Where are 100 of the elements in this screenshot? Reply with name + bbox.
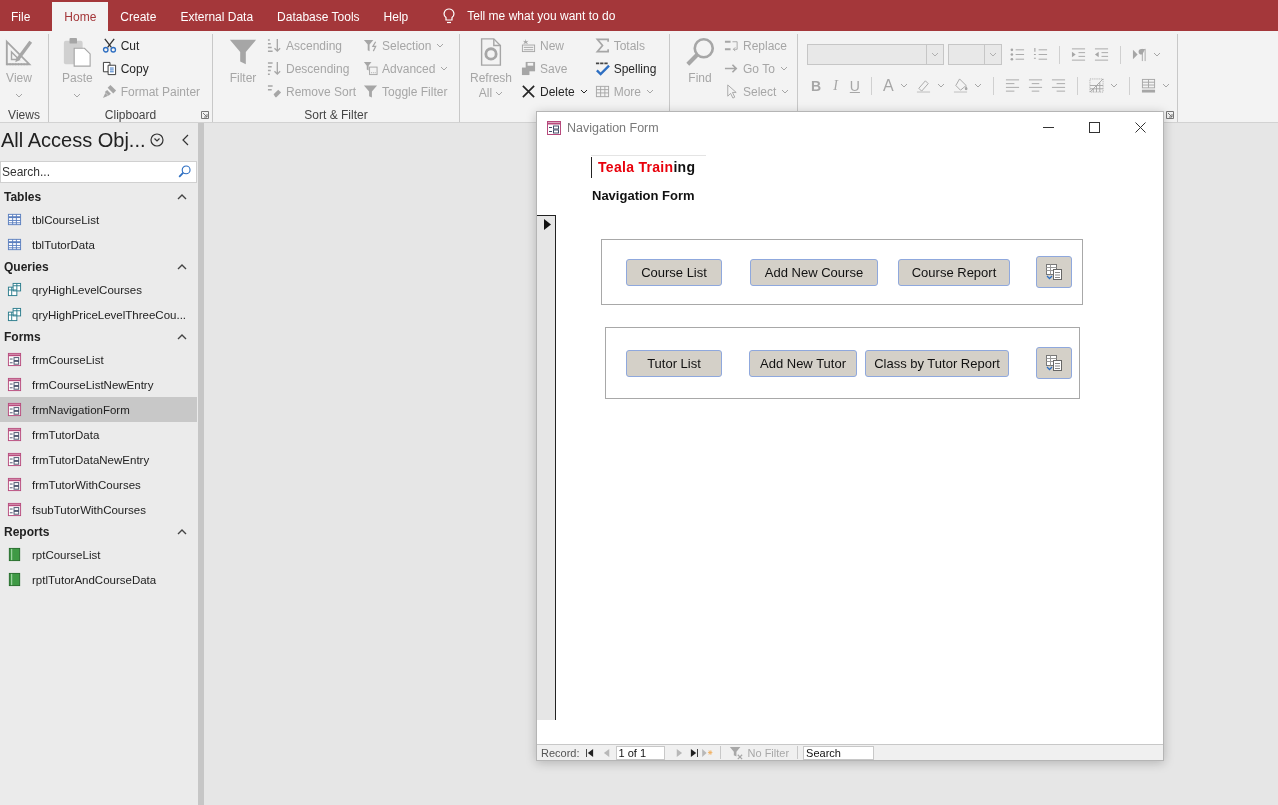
bullet-list-icon (1010, 47, 1025, 62)
dialog-launcher-icon[interactable] (1166, 111, 1174, 119)
align-right-icon (1050, 78, 1066, 93)
form-button[interactable]: Add New Tutor (749, 349, 857, 377)
numbered-list-icon (1033, 47, 1048, 62)
arrow-star-icon (702, 748, 714, 757)
replace-icon (724, 38, 739, 53)
ribbon-tab[interactable]: Help (371, 2, 421, 31)
ribbon-group-label: Views (8, 108, 40, 122)
nav-item[interactable]: frmCourseListNewEntry (0, 372, 197, 397)
nav-item[interactable]: rptCourseList (0, 542, 197, 567)
ribbon-tab[interactable]: Create (108, 2, 169, 31)
form-icon-button[interactable] (1036, 256, 1072, 288)
gridlines-icon (1088, 78, 1104, 93)
ruler-pencil-icon (4, 37, 34, 67)
form-button[interactable]: Class by Tutor Report (865, 349, 1009, 377)
highlighter-icon (915, 78, 931, 93)
form-button[interactable]: Add New Course (750, 258, 878, 286)
sort-ascending-icon (267, 38, 282, 53)
nav-item[interactable]: rptlTutorAndCourseData (0, 567, 197, 592)
nav-item[interactable]: qryHighLevelCourses (0, 277, 197, 302)
paint-bucket-icon (952, 78, 968, 93)
dropdown-circle-icon[interactable] (149, 133, 164, 147)
scissors-icon (101, 38, 117, 53)
ribbon-button[interactable]: Spelling (594, 57, 657, 80)
overlapping-tables-icon (7, 307, 22, 322)
ribbon-group-label: Sort & Filter (304, 108, 368, 122)
sort-descending-icon (267, 61, 282, 76)
nav-item[interactable]: frmNavigationForm (0, 397, 197, 422)
save-icon (521, 61, 536, 76)
form-icon (7, 477, 22, 492)
group-header[interactable]: Reports (0, 522, 197, 542)
clipboard-icon (62, 37, 93, 67)
nav-item[interactable]: frmTutorWithCourses (0, 472, 197, 497)
ribbon-group-label: Clipboard (104, 108, 157, 122)
spell-check-icon (594, 61, 610, 76)
dialog-launcher-icon[interactable] (201, 111, 209, 119)
form-icon (7, 427, 22, 442)
form-icon-button[interactable] (1036, 347, 1072, 379)
tell-me-field[interactable]: Tell me what you want to do (467, 0, 658, 31)
nav-item[interactable]: tblTutorData (0, 232, 197, 257)
ribbon-button[interactable]: Cut (101, 34, 201, 57)
overlapping-tables-icon (7, 282, 22, 297)
chevron-left-icon[interactable] (181, 134, 189, 146)
search-field[interactable]: Search... (0, 161, 197, 183)
align-center-icon (1027, 78, 1043, 93)
pilcrow-icon (1132, 47, 1147, 62)
record-label: Record: (541, 746, 580, 759)
ribbon-tab[interactable]: External Data (168, 2, 266, 31)
logo-text: Teala Training (591, 157, 696, 178)
nav-item[interactable]: fsubTutorWithCourses (0, 497, 197, 522)
record-selector[interactable] (537, 215, 556, 720)
nav-item[interactable]: tblCourseList (0, 207, 197, 232)
ribbon-button[interactable]: Copy (101, 57, 201, 80)
grid-icon (594, 84, 610, 99)
form-icon (7, 402, 22, 417)
nav-item[interactable]: qryHighPriceLevelThreeCou... (0, 302, 197, 327)
table-shading-icon (1140, 78, 1156, 93)
maximize-icon (1088, 122, 1100, 133)
funnel-lightning-icon (363, 38, 379, 53)
table-arrow-icon (1045, 354, 1063, 372)
form-icon (7, 502, 22, 517)
group-header[interactable]: Tables (0, 187, 197, 207)
indent-icon (1071, 47, 1086, 62)
new-record-icon (521, 38, 536, 53)
ribbon-tab[interactable]: Home (52, 2, 109, 31)
form-heading: Navigation Form (592, 188, 695, 203)
table-icon (7, 237, 22, 252)
form-button[interactable]: Course List (626, 258, 722, 286)
ribbon-button[interactable]: Delete (521, 80, 588, 103)
form-icon (7, 352, 22, 367)
filter-icon (228, 37, 258, 67)
ribbon-tab[interactable]: File (0, 2, 53, 31)
pane-title: All Access Obj... (1, 128, 146, 152)
next-icon (674, 748, 683, 757)
search-icon[interactable] (178, 165, 191, 178)
table-icon (7, 212, 22, 227)
funnel-form-icon (363, 61, 379, 76)
form-button[interactable]: Course Report (898, 258, 1010, 286)
delete-icon (521, 84, 536, 99)
filter-icon (363, 84, 379, 99)
lightbulb-icon (443, 7, 456, 24)
previous-icon (602, 748, 611, 757)
sigma-icon (594, 38, 610, 53)
search-field[interactable]: Search (803, 745, 875, 760)
group-header[interactable]: Forms (0, 327, 197, 347)
nav-item[interactable]: frmTutorData (0, 422, 197, 447)
funnel-x-icon (728, 745, 743, 760)
first-icon (585, 748, 594, 757)
nav-item[interactable]: frmCourseList (0, 347, 197, 372)
book-icon (7, 547, 22, 562)
form-icon (546, 119, 562, 136)
record-position-field[interactable]: 1 of 1 (615, 745, 665, 760)
form-button[interactable]: Tutor List (626, 349, 722, 377)
nav-item[interactable]: frmTutorDataNewEntry (0, 447, 197, 472)
form-icon (7, 452, 22, 467)
ribbon-tab[interactable]: Database Tools (265, 2, 372, 31)
search-icon (685, 37, 715, 67)
group-header[interactable]: Queries (0, 257, 197, 277)
window-title: Navigation Form (567, 120, 660, 135)
